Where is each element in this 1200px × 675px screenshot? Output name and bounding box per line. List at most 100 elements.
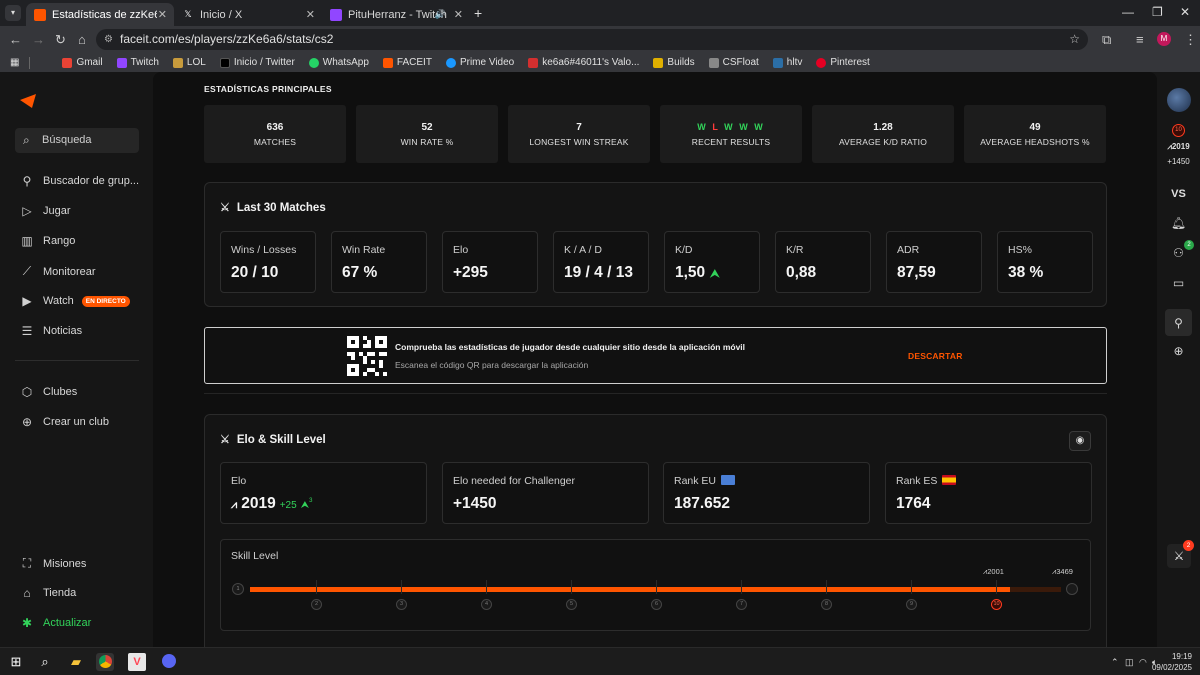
x-icon <box>219 57 230 68</box>
bookmark-twitter[interactable]: Inicio / Twitter <box>219 57 295 68</box>
sidebar-item-clubs[interactable]: ⬡ Clubes <box>20 385 78 399</box>
rail-needed: +1450 <box>1167 157 1190 166</box>
valorant-icon[interactable]: V <box>128 653 146 671</box>
window-close-icon[interactable]: ✕ <box>1180 5 1190 19</box>
sidebar-item-create-club[interactable]: ⊕ Crear un club <box>20 415 109 429</box>
forward-icon[interactable]: → <box>32 32 45 47</box>
new-tab-button[interactable]: + <box>474 5 482 21</box>
trend-up-icon: ⮝ <box>300 500 310 511</box>
sidebar: ⌕ Búsqueda ⚲ Buscador de grup... ▷ Jugar ▥… <box>0 72 153 647</box>
twitch-icon <box>116 57 127 68</box>
elo-skill-panel: ⚔ Elo & Skill Level ◉ Elo ⩘ 2019 +25 ⮝3 Elo … <box>204 414 1107 647</box>
dismiss-button[interactable]: DESCARTAR <box>908 351 963 361</box>
discord-icon[interactable] <box>160 653 178 671</box>
media-control-icon[interactable]: ≡ <box>1136 32 1144 47</box>
missions-icon: ⛶ <box>22 556 32 570</box>
skill-level-bar: Skill Level ⩘2001 ⩘3469 1 2 3 4 5 6 7 8 … <box>220 539 1091 631</box>
tray-wifi-icon[interactable]: ◠ <box>1139 657 1147 668</box>
bookmark-gmail[interactable]: Gmail <box>62 57 103 68</box>
search-input[interactable]: ⌕ Búsqueda <box>15 128 139 153</box>
elo-skill-title: ⚔ Elo & Skill Level <box>220 433 326 447</box>
bookmark-star-icon[interactable]: ☆ <box>1069 29 1080 50</box>
bookmark-builds[interactable]: Builds <box>653 57 695 68</box>
taskbar-clock[interactable]: 19:19 09/02/2025 <box>1152 651 1192 673</box>
bookmark-faceit[interactable]: FACEIT <box>382 57 432 68</box>
close-tab-icon[interactable]: ✕ <box>454 8 463 21</box>
level-9-badge: 9 <box>906 599 917 610</box>
taskbar-search-icon[interactable]: ⌕ <box>36 653 54 671</box>
extensions-icon[interactable]: ⧉ <box>1102 32 1111 48</box>
faceit-logo-icon[interactable] <box>20 94 36 108</box>
bookmark-whatsapp[interactable]: WhatsApp <box>308 57 369 68</box>
card-adr: ADR 87,59 <box>886 231 982 293</box>
vs-button[interactable]: VS <box>1157 188 1200 200</box>
gmail-icon <box>62 57 73 68</box>
level-end-badge <box>1066 583 1078 595</box>
back-icon[interactable]: ← <box>9 32 22 47</box>
party-button[interactable]: ⚔ 2 <box>1167 540 1194 568</box>
sidebar-item-missions[interactable]: ⛶ Misiones <box>20 556 87 571</box>
minimize-icon[interactable]: — <box>1122 5 1134 19</box>
profile-avatar[interactable]: M <box>1157 32 1171 46</box>
party-finder-icon[interactable]: ⚲ <box>1157 316 1200 330</box>
site-info-icon[interactable]: ⚙ <box>104 29 113 50</box>
tab-search-button[interactable]: ▾ <box>5 5 21 21</box>
menu-icon[interactable]: ⋮ <box>1184 32 1197 48</box>
card-elo: Elo +295 <box>442 231 538 293</box>
bookmark-csfloat[interactable]: CSFloat <box>708 57 759 68</box>
party-count-badge: 2 <box>1183 540 1194 551</box>
tab-faceit[interactable]: Estadísticas de zzKe6a6 - FACEIT ✕ <box>26 3 174 26</box>
windows-start-icon[interactable]: ⊞ <box>7 653 25 671</box>
tray-chevron-icon[interactable]: ⌃ <box>1111 657 1119 668</box>
tab-x[interactable]: 𝕏 Inicio / X ✕ <box>174 3 322 26</box>
chat-icon[interactable]: ▭ <box>1157 276 1200 290</box>
maximize-icon[interactable]: ❐ <box>1152 5 1163 19</box>
card-hs: HS% 38 % <box>997 231 1093 293</box>
audio-playing-icon[interactable]: 🔊 <box>435 9 446 20</box>
level-3-badge: 3 <box>396 599 407 610</box>
home-icon[interactable]: ⌂ <box>78 32 86 47</box>
friends-icon[interactable]: ⚇ <box>1157 246 1200 260</box>
visibility-toggle-icon[interactable]: ◉ <box>1069 431 1091 451</box>
bookmark-valorant[interactable]: ke6a6#46011's Valo... <box>528 57 639 68</box>
chrome-logo <box>98 655 112 668</box>
bookmark-prime-video[interactable]: Prime Video <box>445 57 514 68</box>
stat-longest-streak: 7 LONGEST WIN STREAK <box>508 105 650 163</box>
add-circle-icon[interactable]: ⊕ <box>1157 344 1200 358</box>
file-explorer-icon[interactable]: ▰ <box>67 653 85 671</box>
swords-icon: ⚔ <box>220 202 230 214</box>
bookmark-hltv[interactable]: hltv <box>772 57 802 68</box>
party-icon: ⚔ <box>1173 549 1185 563</box>
sidebar-item-news[interactable]: ☰ Noticias <box>20 324 83 338</box>
sidebar-item-upgrade[interactable]: ✱ Actualizar <box>20 616 91 630</box>
notifications-bell-icon[interactable]: 🔔︎ <box>1157 216 1200 230</box>
level-divider <box>656 580 657 594</box>
sidebar-item-play[interactable]: ▷ Jugar <box>20 204 70 218</box>
close-tab-icon[interactable]: ✕ <box>306 8 315 21</box>
bookmark-lol[interactable]: LOL <box>172 57 206 68</box>
level-divider <box>911 580 912 594</box>
level-2-badge: 2 <box>311 599 322 610</box>
windows-taskbar: ⊞ ⌕ ▰ V ⌃ ◫ ◠ 🔈︎ 19:19 09/02/2025 <box>0 647 1200 675</box>
sidebar-item-group-finder[interactable]: ⚲ Buscador de grup... <box>20 174 139 188</box>
banner-subtitle: Escanea el código QR para descargar la a… <box>395 360 589 370</box>
plus-circle-icon: ⊕ <box>21 415 33 429</box>
sidebar-item-monitor[interactable]: ⟋ Monitorear <box>20 264 96 279</box>
apps-icon[interactable]: ▦ <box>10 57 19 68</box>
sidebar-item-watch[interactable]: ▶ Watch EN DIRECTO <box>20 294 130 308</box>
card-elo-current: Elo ⩘ 2019 +25 ⮝3 <box>220 462 427 524</box>
close-tab-icon[interactable]: ✕ <box>158 8 167 21</box>
user-avatar[interactable] <box>1167 88 1191 112</box>
sidebar-item-rank[interactable]: ▥ Rango <box>20 234 75 248</box>
url-input[interactable]: ⚙ faceit.com/es/players/zzKe6a6/stats/cs… <box>96 29 1088 50</box>
card-kad: K / A / D 19 / 4 / 13 <box>553 231 649 293</box>
elo-delta-superscript: 3 <box>309 497 313 504</box>
tab-twitch[interactable]: PituHerranz - Twitch 🔊 ✕ <box>322 3 470 26</box>
bookmark-pinterest[interactable]: Pinterest <box>816 57 870 68</box>
sidebar-item-shop[interactable]: ⌂ Tienda <box>20 586 76 600</box>
bookmark-twitch[interactable]: Twitch <box>116 57 159 68</box>
reload-icon[interactable]: ↻ <box>55 32 66 48</box>
tray-network-icon[interactable]: ◫ <box>1125 657 1134 668</box>
chrome-icon[interactable] <box>96 653 114 671</box>
section-divider <box>204 393 1107 394</box>
